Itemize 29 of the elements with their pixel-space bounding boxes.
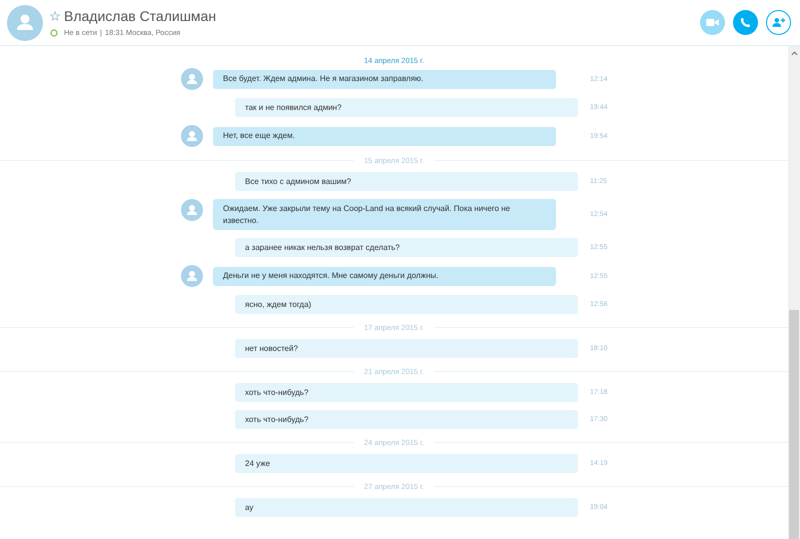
avatar-icon [181, 265, 203, 287]
message-bubble: нет новостей? [235, 339, 578, 358]
message-bubble: ау [235, 498, 578, 517]
message-bubble: хоть что-нибудь? [235, 383, 578, 402]
contact-name: Владислав Сталишман [64, 8, 216, 24]
add-contact-button[interactable] [766, 10, 791, 35]
avatar-icon [181, 125, 203, 147]
avatar-icon [7, 4, 43, 40]
avatar-icon [181, 68, 203, 90]
scroll-up-icon[interactable] [790, 51, 798, 56]
message-bubble: Все будет. Ждем админа. Не я магазином заправляю. [213, 70, 556, 88]
message-bubble: ясно, ждем тогда) [235, 295, 578, 314]
avatar-icon [181, 199, 203, 221]
message-bubble: Все тихо с админом вашим? [235, 172, 578, 191]
message-bubble: Ожидаем. Уже закрыли тему на Coop-Land на всякий случай. Пока ничего не известно. [213, 199, 556, 230]
message-bubble: 24 уже [235, 454, 578, 473]
video-call-button[interactable] [700, 10, 725, 35]
call-button[interactable] [733, 10, 758, 35]
message-bubble: а заранее никак нельзя возврат сделать? [235, 238, 578, 257]
star-icon[interactable] [50, 11, 60, 21]
message-bubble: так и не появился админ? [235, 98, 578, 117]
message-bubble: Деньги не у меня находятся. Мне самому деньги должны. [213, 266, 556, 286]
message-bubble: хоть что-нибудь? [235, 410, 578, 429]
message-bubble: Нет, все еще ждем. [213, 126, 556, 146]
scrollbar[interactable] [788, 46, 800, 539]
phone-icon [740, 17, 751, 28]
status-icon [50, 28, 58, 36]
video-camera-icon [706, 18, 719, 27]
add-person-icon [772, 17, 786, 28]
